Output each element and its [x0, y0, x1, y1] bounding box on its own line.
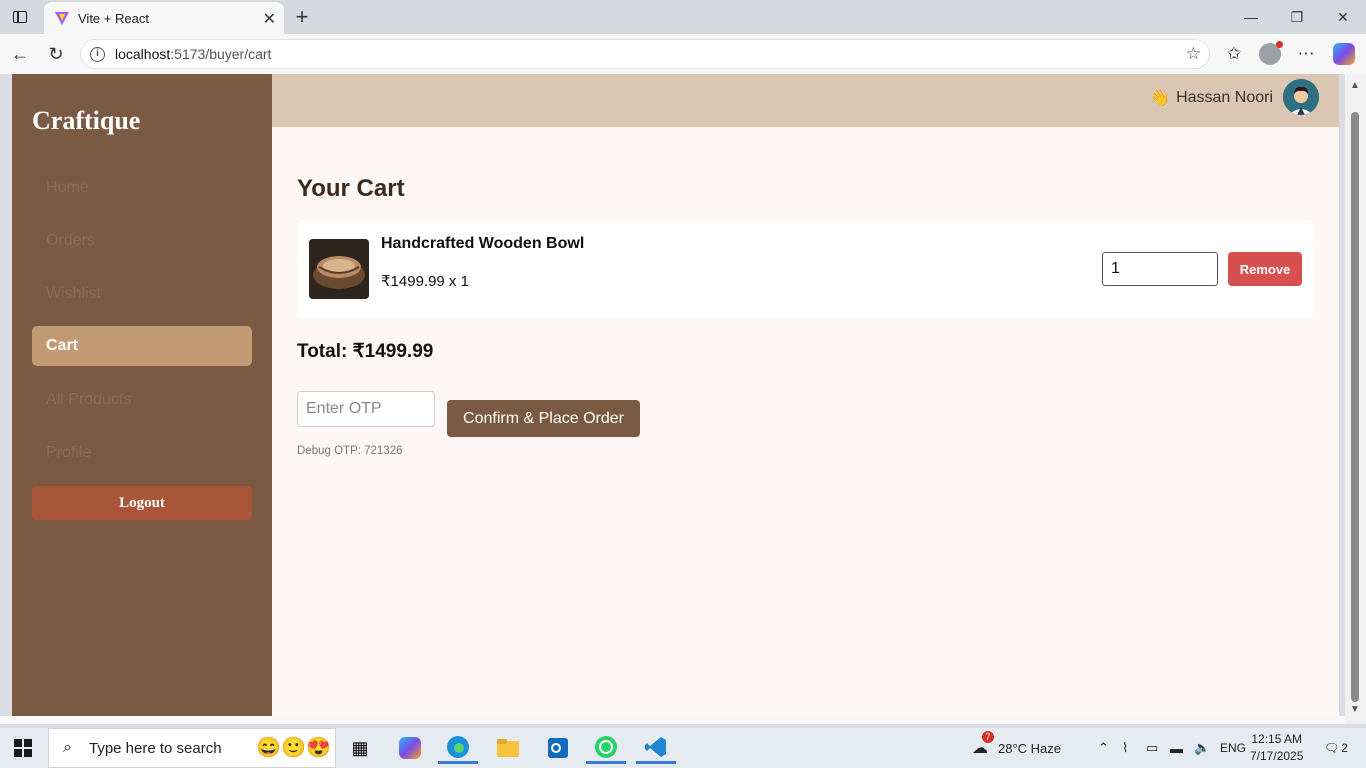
vscode-icon[interactable]: [636, 732, 676, 764]
user-avatar-icon: [1283, 79, 1319, 115]
waving-hand-icon: 👋: [1150, 90, 1171, 107]
notification-count: 2: [1341, 741, 1348, 755]
search-highlight-icon: 😄🙂😍: [256, 737, 331, 759]
windows-start-icon[interactable]: [14, 739, 32, 757]
vite-icon: [55, 12, 69, 25]
app-page: Craftique Home Orders Wishlist Cart All …: [12, 74, 1339, 716]
tray-overflow-icon[interactable]: ⌃: [1098, 728, 1109, 768]
weather-icon: ☁ 7: [972, 731, 994, 758]
edge-icon[interactable]: [438, 732, 478, 764]
user-name: Hassan Noori: [1176, 89, 1273, 106]
scrollbar[interactable]: ▲ ▼: [1345, 74, 1366, 724]
file-explorer-icon[interactable]: [488, 732, 528, 764]
clock[interactable]: 12:15 AM 7/17/2025: [1250, 731, 1303, 765]
tab-actions-icon[interactable]: [8, 6, 32, 28]
scroll-up-icon[interactable]: ▲: [1350, 80, 1360, 91]
url-host: localhost: [115, 46, 171, 62]
address-bar-row: ← ↻ i localhost:5173/buyer/cart ☆ ✩ ⋯: [0, 34, 1366, 74]
taskbar-search[interactable]: ⌕ Type here to search 😄🙂😍: [48, 728, 336, 768]
copilot-icon[interactable]: [1332, 42, 1356, 66]
taskbar: ⌕ Type here to search 😄🙂😍 ▦ ☁ 7 28°C Haze…: [0, 728, 1366, 768]
browser-tab-bar: Vite + React ✕ + — ❐ ✕: [0, 0, 1366, 34]
scroll-thumb[interactable]: [1351, 112, 1359, 702]
product-image: [309, 239, 369, 299]
confirm-order-button[interactable]: Confirm & Place Order: [447, 400, 640, 437]
refresh-icon[interactable]: ↻: [44, 42, 68, 66]
tab-title: Vite + React: [78, 10, 149, 26]
product-name: Handcrafted Wooden Bowl: [381, 235, 585, 252]
clock-date: 7/17/2025: [1250, 749, 1304, 763]
logout-button[interactable]: Logout: [32, 486, 252, 520]
volume-icon[interactable]: 🔈: [1194, 728, 1210, 768]
url-field[interactable]: i localhost:5173/buyer/cart ☆: [80, 39, 1210, 69]
close-window-icon[interactable]: ✕: [1320, 0, 1366, 34]
avatar[interactable]: [1283, 79, 1319, 115]
scroll-down-icon[interactable]: ▼: [1350, 704, 1360, 715]
restore-icon[interactable]: ❐: [1274, 0, 1320, 34]
sidebar: Craftique Home Orders Wishlist Cart All …: [12, 74, 272, 716]
otp-input[interactable]: [297, 391, 435, 427]
outlook-icon[interactable]: [538, 732, 578, 764]
favorites-icon[interactable]: ✩: [1222, 42, 1246, 66]
cart-total: Total: ₹1499.99: [297, 341, 434, 362]
clock-time: 12:15 AM: [1251, 732, 1303, 746]
notifications-icon[interactable]: 🗨 2: [1324, 728, 1348, 768]
battery-icon[interactable]: ▬: [1170, 728, 1183, 768]
weather-badge: 7: [982, 731, 994, 743]
url-path: :5173/buyer/cart: [170, 46, 272, 62]
quantity-input[interactable]: [1102, 252, 1218, 286]
site-info-icon[interactable]: i: [90, 47, 105, 62]
language-indicator[interactable]: ENG: [1220, 728, 1246, 768]
meet-now-icon[interactable]: ▭: [1146, 728, 1158, 768]
debug-otp-text: Debug OTP: 721326: [297, 445, 403, 457]
search-icon: ⌕: [63, 739, 72, 756]
copilot-app-icon[interactable]: [390, 732, 430, 764]
top-bar: 👋 Hassan Noori: [272, 74, 1339, 127]
profile-icon[interactable]: [1258, 41, 1283, 66]
sidebar-item-all-products[interactable]: All Products: [32, 380, 252, 420]
whatsapp-icon[interactable]: [586, 732, 626, 764]
back-icon[interactable]: ←: [8, 42, 32, 66]
network-icon[interactable]: ⌇: [1122, 728, 1128, 768]
sidebar-item-profile[interactable]: Profile: [32, 433, 252, 473]
user-greeting: 👋 Hassan Noori: [1150, 88, 1273, 108]
task-view-icon[interactable]: ▦: [340, 732, 380, 764]
new-tab-icon[interactable]: +: [290, 4, 314, 30]
product-price: ₹1499.99 x 1: [381, 273, 469, 290]
page-title: Your Cart: [297, 175, 405, 202]
page-bottom-edge: [0, 716, 1345, 724]
search-placeholder: Type here to search: [89, 739, 222, 757]
weather-text: 28°C Haze: [998, 740, 1062, 756]
sidebar-item-cart[interactable]: Cart: [32, 326, 252, 366]
cart-item-row: Handcrafted Wooden Bowl ₹1499.99 x 1 Rem…: [297, 220, 1313, 318]
sidebar-item-orders[interactable]: Orders: [32, 221, 252, 261]
more-options-icon[interactable]: ⋯: [1294, 42, 1318, 66]
minimize-icon[interactable]: —: [1228, 0, 1274, 34]
browser-tab[interactable]: Vite + React ✕: [44, 2, 284, 34]
brand-logo[interactable]: Craftique: [32, 106, 140, 136]
remove-button[interactable]: Remove: [1228, 252, 1302, 286]
close-tab-icon[interactable]: ✕: [263, 9, 276, 29]
sidebar-item-wishlist[interactable]: Wishlist: [32, 274, 252, 314]
weather-widget[interactable]: ☁ 7 28°C Haze: [972, 728, 1061, 768]
favorite-star-icon[interactable]: ☆: [1186, 44, 1201, 64]
sidebar-item-home[interactable]: Home: [32, 168, 252, 208]
